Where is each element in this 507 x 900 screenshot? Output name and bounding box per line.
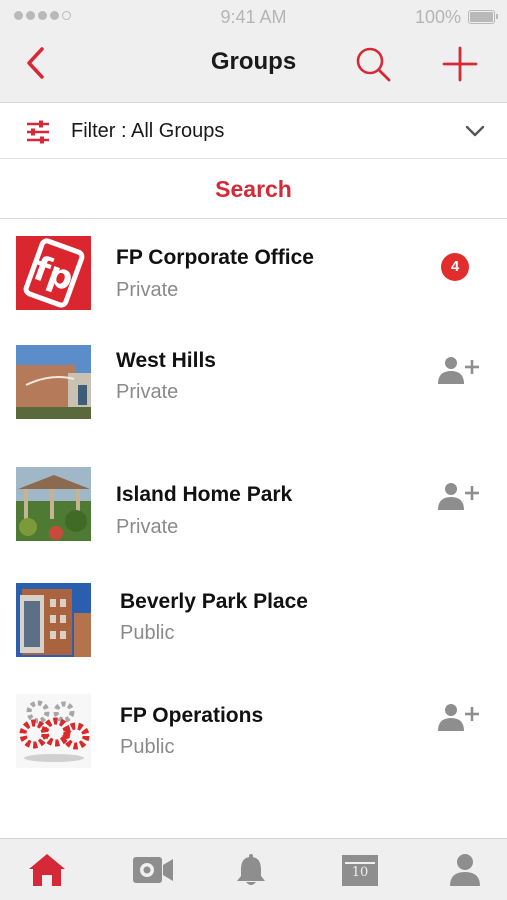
search-icon: [356, 47, 391, 82]
group-privacy: Private: [116, 279, 179, 301]
filter-label: Filter : All Groups: [71, 120, 225, 142]
group-name: FP Corporate Office: [116, 246, 314, 269]
group-logo-thumbnail: fp: [16, 236, 91, 310]
calendar-day: 10: [351, 865, 369, 880]
list-item[interactable]: Beverly Park Place Public: [0, 564, 507, 678]
list-item[interactable]: FP Operations Public: [0, 678, 507, 796]
person-icon: [450, 854, 480, 886]
tab-home[interactable]: [7, 839, 87, 900]
chevron-down-icon: [465, 125, 485, 137]
battery-percentage: 100%: [414, 7, 461, 27]
group-privacy: Public: [120, 736, 175, 758]
add-member-icon[interactable]: [437, 481, 481, 511]
navigation-bar: Groups: [0, 34, 507, 103]
group-privacy: Private: [116, 381, 179, 403]
tab-calendar[interactable]: 10: [320, 839, 400, 900]
building-photo-thumbnail: [16, 345, 91, 419]
page-title: Groups: [210, 48, 297, 75]
battery-icon: [468, 10, 498, 24]
filter-dropdown[interactable]: Filter : All Groups: [0, 104, 507, 159]
tab-notifications[interactable]: [211, 839, 291, 900]
plus-icon: [442, 46, 478, 82]
list-item[interactable]: Island Home Park Private: [0, 446, 507, 564]
video-camera-icon: [133, 857, 173, 883]
search-button[interactable]: [352, 43, 394, 85]
add-group-button[interactable]: [439, 43, 481, 85]
office-building-photo-thumbnail: [16, 583, 91, 657]
sliders-icon: [27, 120, 49, 144]
bell-icon: [237, 854, 265, 885]
tab-profile[interactable]: [425, 839, 505, 900]
status-bar: 9:41 AM 100%: [0, 0, 507, 34]
park-photo-thumbnail: [16, 467, 91, 541]
group-name: FP Operations: [120, 704, 264, 727]
tab-video[interactable]: [113, 839, 193, 900]
home-icon: [29, 854, 65, 886]
group-privacy: Private: [116, 516, 179, 538]
group-name: Island Home Park: [116, 483, 293, 506]
search-row[interactable]: Search: [0, 160, 507, 219]
gears-image-thumbnail: [16, 694, 91, 768]
list-item[interactable]: fp FP Corporate Office Private 4: [0, 222, 507, 326]
group-name: Beverly Park Place: [120, 590, 308, 613]
notification-badge: 4: [441, 253, 469, 281]
group-privacy: Public: [120, 622, 175, 644]
tab-bar: 10: [0, 838, 507, 900]
group-name: West Hills: [116, 349, 216, 372]
add-member-icon[interactable]: [437, 355, 481, 385]
list-item[interactable]: West Hills Private: [0, 326, 507, 446]
search-label: Search: [215, 176, 292, 202]
add-member-icon[interactable]: [437, 702, 481, 732]
